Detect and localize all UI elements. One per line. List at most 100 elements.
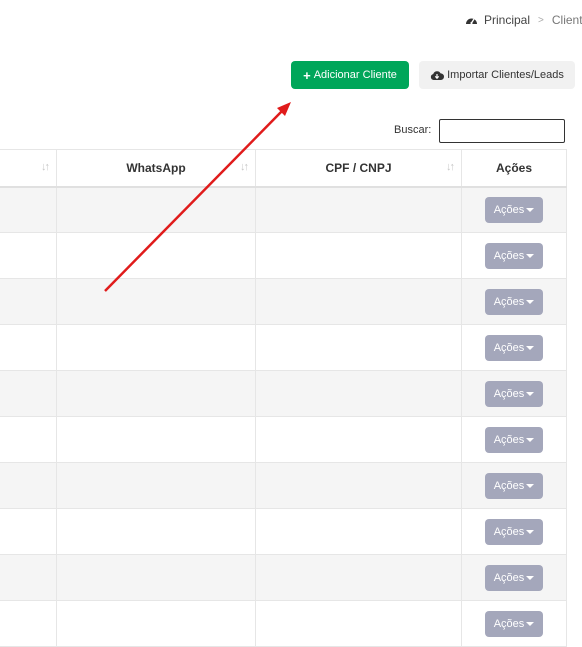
cell-whatsapp [56,600,256,647]
row-actions-button[interactable]: Ações [485,196,543,223]
cell-whatsapp [56,462,256,509]
cell-cpf-cnpj [255,370,462,417]
caret-down-icon [526,207,535,212]
cell-whatsapp [56,554,256,601]
table-row: Ações [0,370,567,417]
row-actions-button[interactable]: Ações [485,242,543,269]
add-client-label: Adicionar Cliente [313,69,397,81]
cell-name [0,370,57,417]
table-row: Ações [0,508,567,555]
column-header-name[interactable]: ↓↑ [0,149,57,188]
cell-actions: Ações [461,232,567,279]
import-clients-button[interactable]: Importar Clientes/Leads [419,61,575,89]
cell-name [0,416,57,463]
caret-down-icon [526,253,535,258]
import-clients-label: Importar Clientes/Leads [447,69,564,81]
cell-cpf-cnpj [255,554,462,601]
cell-name [0,508,57,555]
cell-name [0,324,57,371]
caret-down-icon [526,391,535,396]
dashboard-icon [466,18,477,24]
cell-name [0,278,57,325]
sort-icon[interactable]: ↓↑ [446,161,455,173]
cell-whatsapp [56,186,256,233]
cell-name [0,600,57,647]
cell-name [0,554,57,601]
row-actions-label: Ações [493,479,525,492]
cell-cpf-cnpj [255,232,462,279]
breadcrumb-separator: > [538,14,544,26]
cell-cpf-cnpj [255,324,462,371]
caret-down-icon [526,437,535,442]
row-actions-button[interactable]: Ações [485,472,543,499]
cell-name [0,462,57,509]
cell-actions: Ações [461,600,567,647]
clients-table: ↓↑ WhatsApp ↓↑ CPF / CNPJ ↓↑ Ações Ações… [0,149,567,647]
cloud-download-icon [430,70,445,80]
cell-cpf-cnpj [255,508,462,555]
column-header-cpf-cnpj[interactable]: CPF / CNPJ ↓↑ [255,149,462,188]
table-header-row: ↓↑ WhatsApp ↓↑ CPF / CNPJ ↓↑ Ações [0,149,567,188]
row-actions-button[interactable]: Ações [485,380,543,407]
row-actions-button[interactable]: Ações [485,610,543,637]
breadcrumb: Principal > Clientes [465,13,582,27]
cell-actions: Ações [461,324,567,371]
row-actions-button[interactable]: Ações [485,518,543,545]
row-actions-label: Ações [493,433,525,446]
caret-down-icon [526,529,535,534]
table-row: Ações [0,232,567,279]
sort-icon[interactable]: ↓↑ [41,161,50,173]
row-actions-label: Ações [493,203,525,216]
cell-actions: Ações [461,186,567,233]
cell-whatsapp [56,324,256,371]
caret-down-icon [526,345,535,350]
row-actions-label: Ações [493,295,525,308]
cell-whatsapp [56,232,256,279]
search-input[interactable] [439,119,565,143]
cell-whatsapp [56,278,256,325]
table-row: Ações [0,278,567,325]
row-actions-button[interactable]: Ações [485,334,543,361]
table-row: Ações [0,324,567,371]
caret-down-icon [526,575,535,580]
column-header-whatsapp[interactable]: WhatsApp ↓↑ [56,149,256,188]
cell-cpf-cnpj [255,600,462,647]
caret-down-icon [526,621,535,626]
actions-header-label: Ações [495,160,533,175]
cell-whatsapp [56,416,256,463]
breadcrumb-home[interactable]: Principal [484,13,530,27]
whatsapp-header-label: WhatsApp [126,160,186,175]
cell-actions: Ações [461,416,567,463]
search-label: Buscar: [394,124,432,136]
cell-cpf-cnpj [255,278,462,325]
add-client-button[interactable]: + Adicionar Cliente [291,61,409,89]
table-body: Ações Ações Ações Ações Ações Ações Ações Ações… [0,186,567,647]
cell-whatsapp [56,508,256,555]
row-actions-button[interactable]: Ações [485,288,543,315]
cell-name [0,232,57,279]
row-actions-label: Ações [493,387,525,400]
row-actions-label: Ações [493,571,525,584]
cpf-cnpj-header-label: CPF / CNPJ [325,160,392,175]
cell-cpf-cnpj [255,186,462,233]
cell-actions: Ações [461,278,567,325]
row-actions-label: Ações [493,617,525,630]
caret-down-icon [526,483,535,488]
cell-actions: Ações [461,508,567,555]
table-row: Ações [0,416,567,463]
row-actions-button[interactable]: Ações [485,426,543,453]
row-actions-label: Ações [493,525,525,538]
cell-actions: Ações [461,370,567,417]
sort-icon[interactable]: ↓↑ [240,161,249,173]
row-actions-label: Ações [493,341,525,354]
cell-cpf-cnpj [255,462,462,509]
table-row: Ações [0,186,567,233]
cell-cpf-cnpj [255,416,462,463]
table-row: Ações [0,554,567,601]
cell-actions: Ações [461,554,567,601]
column-header-actions: Ações [461,149,567,188]
table-row: Ações [0,600,567,647]
plus-icon: + [303,67,311,83]
cell-name [0,186,57,233]
breadcrumb-current: Clientes [551,13,582,27]
